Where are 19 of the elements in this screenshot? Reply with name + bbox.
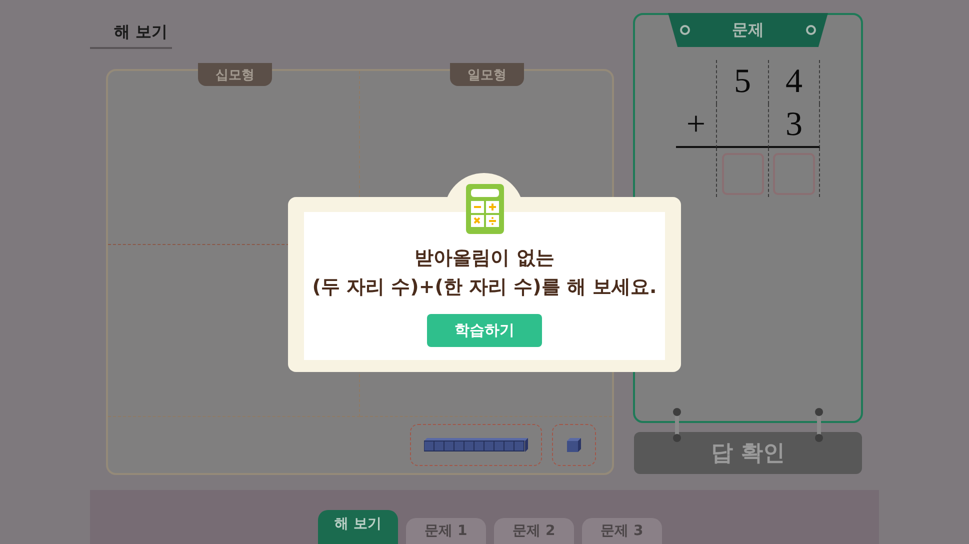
digit: 4 [768,60,820,104]
dialog-message: 받아올림이 없는 (두 자리 수)+(한 자리 수)를 해 보세요. [312,246,657,300]
tab[interactable]: 문제 1 [406,518,486,544]
hole-icon [680,25,690,35]
problem-title: 문제 [732,20,764,40]
blank-digit-cell [716,104,768,148]
unit-cube-icon[interactable] [567,438,581,452]
digit: 3 [768,104,820,148]
ten-rod-icon[interactable] [424,438,528,452]
digit: 5 [716,60,768,104]
tab[interactable]: 해 보기 [318,510,398,544]
start-button[interactable]: 학습하기 [427,314,542,347]
tab[interactable]: 문제 3 [582,518,662,544]
section-title: 해 보기 [90,22,172,49]
plus-sign: + [676,104,716,148]
column-tag: 일모형 [450,63,524,86]
hole-icon [806,25,816,35]
column-tag: 십모형 [198,63,272,86]
tab[interactable]: 문제 2 [494,518,574,544]
